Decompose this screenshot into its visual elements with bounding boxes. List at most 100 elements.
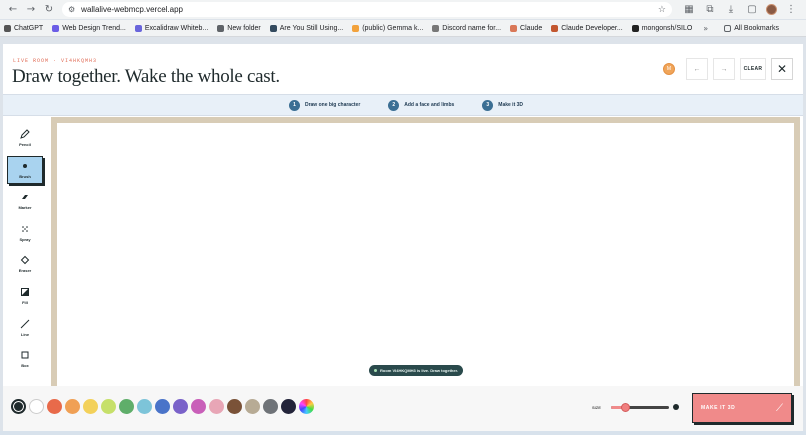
step-label: Add a face and limbs <box>404 102 455 108</box>
bookmark-favicon-icon <box>352 24 360 32</box>
bookmark-star-icon[interactable]: ☆ <box>658 5 666 15</box>
bookmark-favicon-icon <box>432 24 440 32</box>
all-bookmarks-button[interactable]: All Bookmarks <box>724 24 779 32</box>
clear-button[interactable]: CLEAR <box>740 58 766 80</box>
room-header: LIVE ROOM · VI4HKQMH3 Draw together. Wak… <box>3 44 803 94</box>
tool-label: Line <box>20 331 30 337</box>
box-icon <box>20 350 30 360</box>
bookmark-item[interactable]: Excalidraw Whiteb... <box>134 24 208 32</box>
color-swatch[interactable] <box>227 399 242 414</box>
color-swatch[interactable] <box>137 399 152 414</box>
bookmark-label: Web Design Trend... <box>62 24 126 32</box>
drawing-canvas[interactable]: Room VI4HKQMH3 is live. Draw together. <box>57 123 794 387</box>
color-swatch[interactable] <box>29 399 44 414</box>
bookmark-favicon-icon <box>631 24 639 32</box>
bookmarks-bar: ChatGPT Web Design Trend... Excalidraw Whi… <box>0 20 806 37</box>
back-icon[interactable]: ← <box>6 3 20 17</box>
step-label: Make it 3D <box>498 102 524 108</box>
color-swatch[interactable] <box>65 399 80 414</box>
extension-icon[interactable]: ▦ <box>682 3 696 17</box>
tool-label: Spray <box>19 236 31 242</box>
tool-box[interactable]: Box <box>7 345 43 373</box>
bookmark-item[interactable]: Web Design Trend... <box>52 24 126 32</box>
color-swatch[interactable] <box>83 399 98 414</box>
color-swatch[interactable] <box>11 399 26 414</box>
menu-icon[interactable]: ⋮ <box>784 3 798 17</box>
color-swatch[interactable] <box>173 399 188 414</box>
bookmark-item[interactable]: Claude Developer... <box>551 24 623 32</box>
size-slider-handle[interactable] <box>621 403 630 412</box>
color-swatch[interactable] <box>281 399 296 414</box>
bookmark-label: (public) Gemma k... <box>362 24 424 32</box>
tool-brush[interactable]: Brush <box>7 155 43 184</box>
bookmark-item[interactable]: (public) Gemma k... <box>352 24 424 32</box>
bookmark-item[interactable]: Discord name for... <box>432 24 502 32</box>
step-3: 3 Make it 3D <box>482 99 524 111</box>
line-icon <box>20 319 30 329</box>
live-room-label: LIVE ROOM · VI4HKQMH3 <box>13 58 98 64</box>
palette-bar: SIZE MAKE IT 3D ⟋ <box>3 386 803 431</box>
tool-pencil[interactable]: Pencil <box>7 124 43 152</box>
eraser-icon <box>20 255 30 265</box>
redo-button[interactable]: → <box>713 58 735 80</box>
site-info-icon[interactable]: ⚙ <box>68 5 75 14</box>
color-swatch[interactable] <box>101 399 116 414</box>
download-icon[interactable]: ⤓ <box>724 3 738 17</box>
step-number: 2 <box>388 99 400 111</box>
bookmark-label: Claude Developer... <box>561 24 623 32</box>
bookmark-item[interactable]: New folder <box>217 24 261 32</box>
size-slider[interactable] <box>611 403 669 412</box>
bookmark-item[interactable]: mongonsh/SILO <box>631 24 692 32</box>
color-swatch[interactable] <box>155 399 170 414</box>
step-label: Draw one big character <box>304 102 361 108</box>
url-text: wallalive-webmcp.vercel.app <box>81 5 183 14</box>
step-number: 3 <box>482 99 494 111</box>
bookmark-item[interactable]: Are You Still Using... <box>269 24 344 32</box>
live-dot-icon <box>374 369 377 372</box>
bookmark-favicon-icon <box>551 24 559 32</box>
step-2: 2 Add a face and limbs <box>388 99 455 111</box>
bookmark-favicon-icon <box>510 24 518 32</box>
color-swatch[interactable] <box>191 399 206 414</box>
window-bottom-edge <box>0 431 806 435</box>
bookmark-label: Discord name for... <box>442 24 502 32</box>
close-button[interactable]: ✕ <box>771 58 793 80</box>
color-swatch[interactable] <box>209 399 224 414</box>
undo-button[interactable]: ← <box>686 58 708 80</box>
brush-icon <box>20 161 30 171</box>
spray-icon <box>20 224 30 234</box>
custom-color-picker-icon[interactable] <box>299 399 314 414</box>
bookmark-favicon-icon <box>4 24 11 32</box>
tool-label: Eraser <box>18 268 32 274</box>
color-swatch[interactable] <box>47 399 62 414</box>
tool-marker[interactable]: Marker <box>7 187 43 215</box>
bookmark-label: Are You Still Using... <box>279 24 344 32</box>
color-swatch[interactable] <box>119 399 134 414</box>
color-swatch[interactable] <box>245 399 260 414</box>
all-bookmarks-label: All Bookmarks <box>734 24 779 32</box>
tool-fill[interactable]: Fill <box>7 282 43 310</box>
bookmark-item[interactable]: ChatGPT <box>4 24 44 32</box>
bookmark-label: ChatGPT <box>14 24 44 32</box>
address-bar[interactable]: ⚙ wallalive-webmcp.vercel.app ☆ <box>62 2 672 17</box>
tool-spray[interactable]: Spray <box>7 219 43 247</box>
tool-label: Brush <box>19 173 31 179</box>
tool-line[interactable]: Line <box>7 314 43 342</box>
profile-avatar[interactable] <box>766 4 777 15</box>
marker-icon <box>20 192 30 202</box>
reload-icon[interactable]: ↻ <box>42 3 56 17</box>
extensions-puzzle-icon[interactable]: ⧉ <box>703 3 717 17</box>
tool-eraser[interactable]: Eraser <box>7 250 43 278</box>
make-it-3d-button[interactable]: MAKE IT 3D ⟋ <box>692 393 792 423</box>
pencil-icon <box>20 129 30 139</box>
color-swatch[interactable] <box>263 399 278 414</box>
sidepanel-icon[interactable]: ▢ <box>745 3 759 17</box>
step-1: 1 Draw one big character <box>288 99 361 111</box>
canvas-frame: Room VI4HKQMH3 is live. Draw together. <box>51 117 800 387</box>
bookmark-item[interactable]: Claude <box>510 24 542 32</box>
size-preview-dot <box>673 404 679 410</box>
forward-icon[interactable]: → <box>24 3 38 17</box>
toast-text: Room VI4HKQMH3 is live. Draw together. <box>380 368 459 373</box>
bookmarks-more-button[interactable]: » <box>703 24 708 33</box>
tool-label: Fill <box>22 300 28 305</box>
